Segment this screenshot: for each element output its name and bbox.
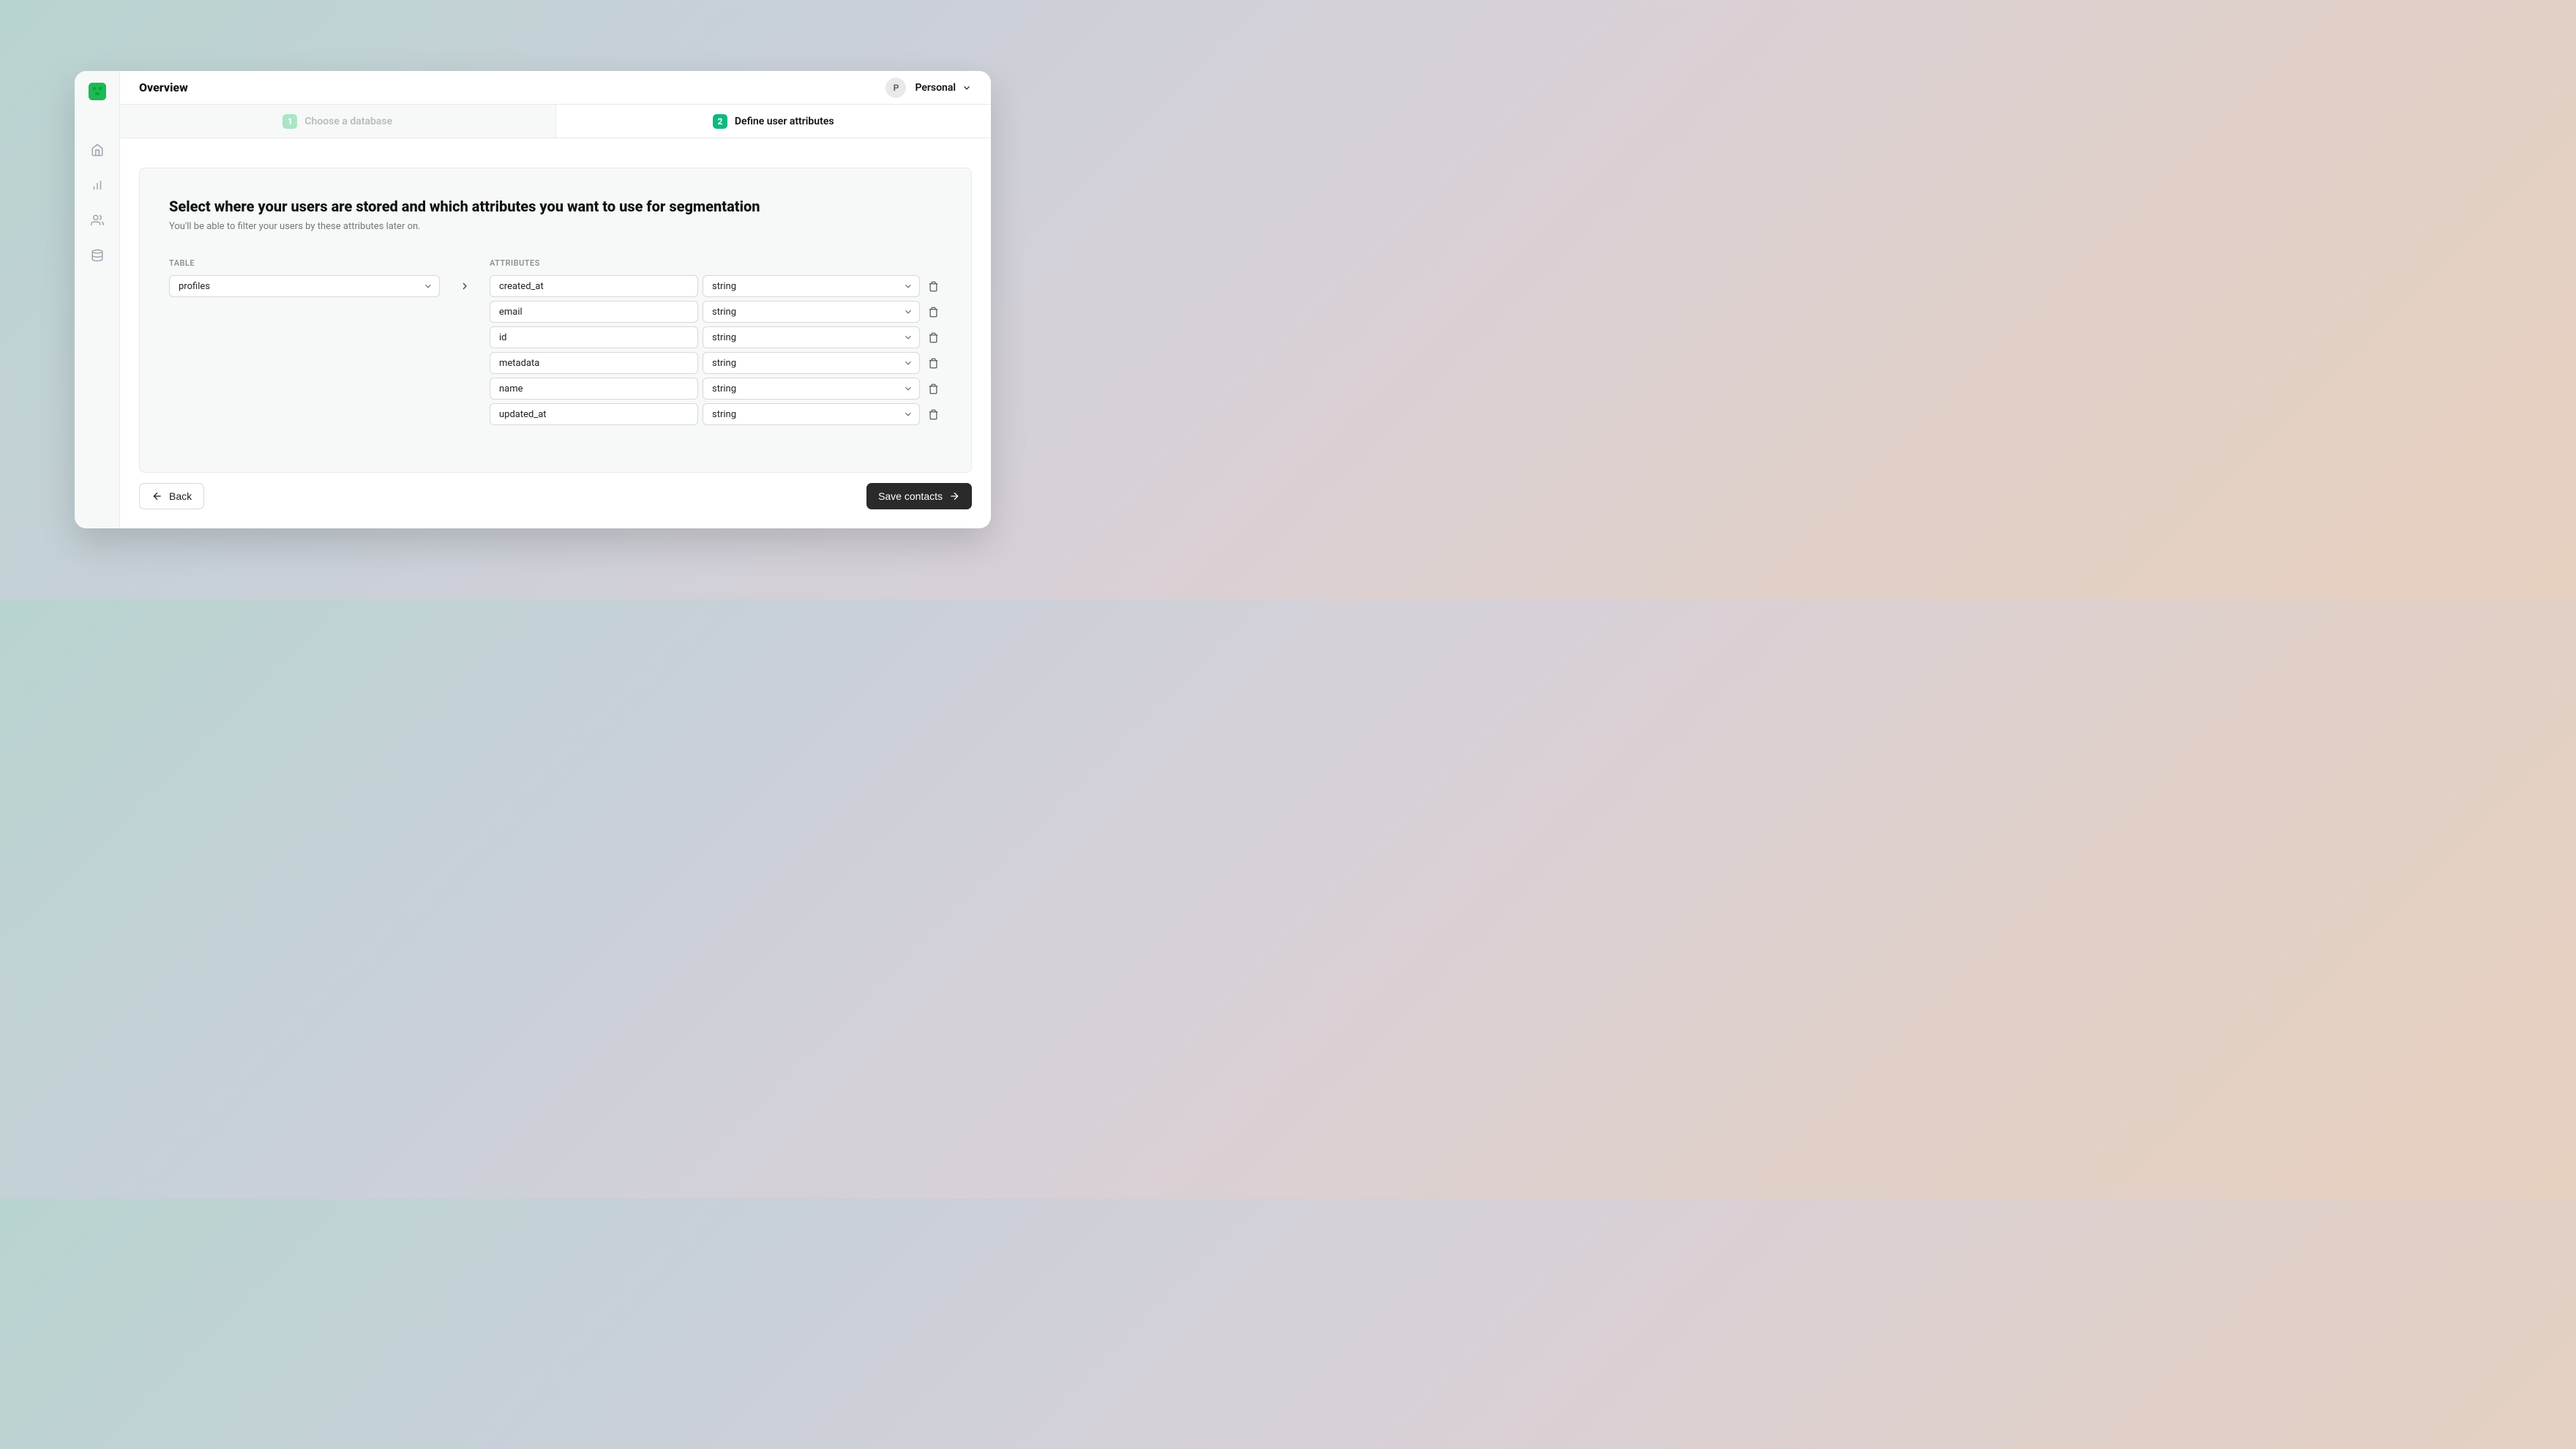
attribute-type-value: string [712, 332, 736, 343]
trash-icon [928, 281, 939, 292]
workspace-label: Personal [915, 82, 956, 94]
chevron-down-icon [903, 383, 913, 394]
attributes-label: ATTRIBUTES [490, 258, 942, 268]
attribute-name-input[interactable]: created_at [490, 275, 698, 297]
attribute-row: name string [490, 378, 942, 400]
attribute-type-value: string [712, 358, 736, 369]
attribute-type-select[interactable]: string [703, 326, 920, 348]
attribute-type-select[interactable]: string [703, 301, 920, 323]
attribute-type-value: string [712, 409, 736, 420]
form-row: TABLE profiles ATTRIBUTES crea [169, 258, 942, 429]
sidebar [75, 71, 120, 528]
step-number: 1 [282, 114, 297, 129]
workspace-selector[interactable]: Personal [915, 82, 972, 94]
attribute-type-select[interactable]: string [703, 352, 920, 374]
trash-icon [928, 332, 939, 343]
attribute-type-value: string [712, 383, 736, 394]
step-label: Define user attributes [735, 116, 834, 127]
arrow-left-icon [151, 490, 163, 502]
delete-attribute-button[interactable] [924, 354, 942, 372]
trash-icon [928, 409, 939, 420]
table-select[interactable]: profiles [169, 275, 440, 297]
delete-attribute-button[interactable] [924, 405, 942, 423]
table-column: TABLE profiles [169, 258, 440, 429]
attribute-list: created_atstringemailstringidstringmetad… [490, 275, 942, 425]
header: Overview P Personal [120, 71, 991, 105]
attribute-row: email string [490, 301, 942, 323]
save-label: Save contacts [878, 490, 943, 502]
back-button[interactable]: Back [139, 483, 204, 509]
logo [89, 83, 106, 100]
attribute-row: created_at string [490, 275, 942, 297]
chevron-down-icon [903, 332, 913, 342]
delete-attribute-button[interactable] [924, 380, 942, 397]
attribute-type-value: string [712, 281, 736, 292]
arrow-right-icon [948, 490, 960, 502]
attribute-name-input[interactable]: metadata [490, 352, 698, 374]
step-1[interactable]: 1 Choose a database [120, 105, 556, 138]
trash-icon [928, 307, 939, 318]
attribute-name-input[interactable]: updated_at [490, 403, 698, 425]
page-title: Overview [139, 80, 188, 94]
trash-icon [928, 358, 939, 369]
attribute-row: metadata string [490, 352, 942, 374]
save-contacts-button[interactable]: Save contacts [866, 483, 972, 509]
chevron-down-icon [903, 409, 913, 419]
nav-analytics[interactable] [83, 171, 112, 200]
step-number: 2 [713, 114, 727, 129]
trash-icon [928, 383, 939, 394]
delete-attribute-button[interactable] [924, 277, 942, 295]
chevron-down-icon [962, 83, 972, 93]
attributes-column: ATTRIBUTES created_atstringemailstringid… [490, 258, 942, 429]
chevron-right-icon [459, 280, 471, 292]
delete-attribute-button[interactable] [924, 329, 942, 346]
attribute-type-select[interactable]: string [703, 403, 920, 425]
attribute-type-value: string [712, 307, 736, 318]
steps-bar: 1 Choose a database 2 Define user attrib… [120, 105, 991, 138]
panel-title: Select where your users are stored and w… [169, 198, 942, 215]
app-window: Overview P Personal 1 Choose a database … [75, 71, 991, 528]
attribute-row: updated_at string [490, 403, 942, 425]
arrow-separator [454, 258, 475, 429]
step-label: Choose a database [304, 116, 392, 127]
attribute-row: id string [490, 326, 942, 348]
step-2[interactable]: 2 Define user attributes [556, 105, 992, 138]
delete-attribute-button[interactable] [924, 303, 942, 321]
chevron-down-icon [423, 281, 433, 291]
nav-home[interactable] [83, 135, 112, 165]
content: Select where your users are stored and w… [120, 138, 991, 528]
chevron-down-icon [903, 281, 913, 291]
attribute-name-input[interactable]: email [490, 301, 698, 323]
nav-contacts[interactable] [83, 206, 112, 235]
attribute-type-select[interactable]: string [703, 378, 920, 400]
main: Overview P Personal 1 Choose a database … [120, 71, 991, 528]
chevron-down-icon [903, 307, 913, 317]
config-panel: Select where your users are stored and w… [139, 168, 972, 473]
table-label: TABLE [169, 258, 440, 268]
avatar[interactable]: P [886, 78, 906, 98]
footer-actions: Back Save contacts [139, 483, 972, 509]
attribute-name-input[interactable]: id [490, 326, 698, 348]
header-right: P Personal [886, 78, 972, 98]
chevron-down-icon [903, 358, 913, 368]
back-label: Back [169, 490, 192, 502]
panel-subtitle: You'll be able to filter your users by t… [169, 221, 942, 232]
attribute-name-input[interactable]: name [490, 378, 698, 400]
table-value: profiles [179, 281, 210, 292]
attribute-type-select[interactable]: string [703, 275, 920, 297]
nav-database[interactable] [83, 241, 112, 270]
